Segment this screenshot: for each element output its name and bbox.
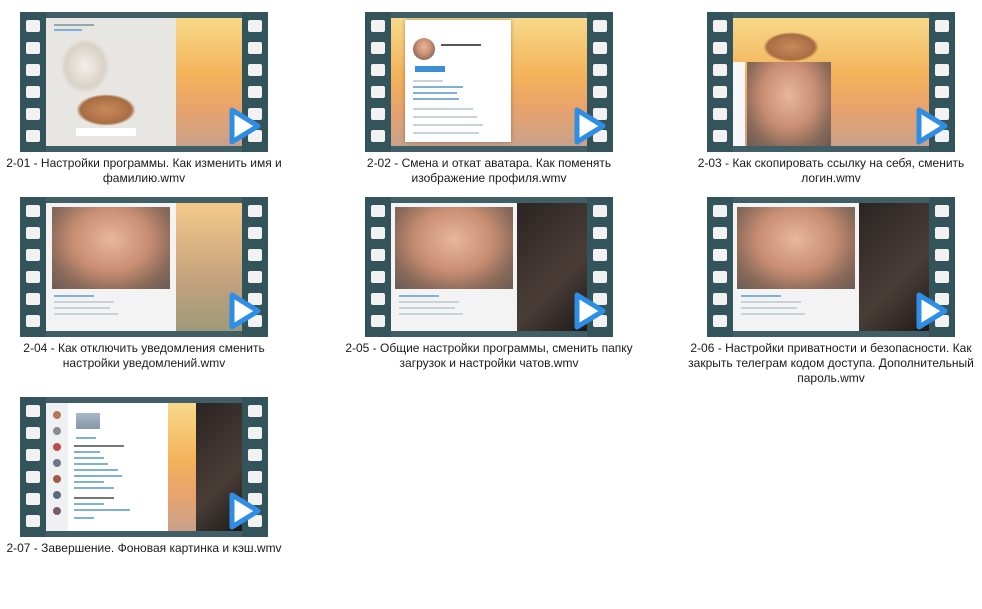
play-overlay-icon bbox=[229, 292, 261, 330]
video-frame bbox=[46, 403, 242, 531]
film-strip-icon bbox=[707, 12, 733, 152]
video-file-item[interactable]: 2-01 - Настройки программы. Как изменить… bbox=[6, 12, 282, 224]
video-file-item[interactable]: 2-04 - Как отключить уведомления сменить… bbox=[20, 197, 268, 409]
video-thumbnail bbox=[707, 197, 955, 337]
video-frame bbox=[733, 203, 929, 331]
video-thumbnail bbox=[365, 12, 613, 152]
video-thumbnail bbox=[20, 12, 268, 152]
film-strip-icon bbox=[20, 397, 46, 537]
film-strip-icon bbox=[20, 12, 46, 152]
video-thumbnail bbox=[707, 12, 955, 152]
play-overlay-icon bbox=[574, 292, 606, 330]
play-overlay-icon bbox=[916, 107, 948, 145]
video-frame bbox=[46, 203, 242, 331]
video-frame bbox=[391, 18, 587, 146]
video-file-name: 2-06 - Настройки приватности и безопасно… bbox=[688, 341, 974, 385]
film-strip-icon bbox=[20, 197, 46, 337]
video-frame bbox=[733, 18, 929, 146]
video-file-item[interactable]: 2-06 - Настройки приватности и безопасно… bbox=[688, 197, 974, 409]
video-frame bbox=[46, 18, 242, 146]
play-overlay-icon bbox=[229, 107, 261, 145]
play-overlay-icon bbox=[574, 107, 606, 145]
video-file-item[interactable]: 2-03 - Как скопировать ссылку на себя, с… bbox=[698, 12, 964, 224]
video-file-name: 2-04 - Как отключить уведомления сменить… bbox=[23, 341, 265, 370]
video-file-name: 2-01 - Настройки программы. Как изменить… bbox=[6, 156, 282, 185]
video-thumbnail bbox=[365, 197, 613, 337]
video-file-name: 2-03 - Как скопировать ссылку на себя, с… bbox=[697, 156, 965, 185]
video-file-item[interactable]: 2-05 - Общие настройки программы, сменит… bbox=[345, 197, 633, 409]
play-overlay-icon bbox=[229, 492, 261, 530]
film-strip-icon bbox=[707, 197, 733, 337]
video-file-name: 2-05 - Общие настройки программы, сменит… bbox=[345, 341, 633, 370]
video-thumbnail bbox=[20, 397, 268, 537]
film-strip-icon bbox=[365, 197, 391, 337]
film-strip-icon bbox=[365, 12, 391, 152]
video-file-item[interactable]: 2-07 - Завершение. Фоновая картинка и кэ… bbox=[6, 397, 282, 609]
video-file-name: 2-02 - Смена и откат аватара. Как поменя… bbox=[366, 156, 612, 185]
video-frame bbox=[391, 203, 587, 331]
video-file-name: 2-07 - Завершение. Фоновая картинка и кэ… bbox=[6, 541, 282, 555]
video-file-item[interactable]: 2-02 - Смена и откат аватара. Как поменя… bbox=[365, 12, 613, 224]
video-thumbnail bbox=[20, 197, 268, 337]
play-overlay-icon bbox=[916, 292, 948, 330]
